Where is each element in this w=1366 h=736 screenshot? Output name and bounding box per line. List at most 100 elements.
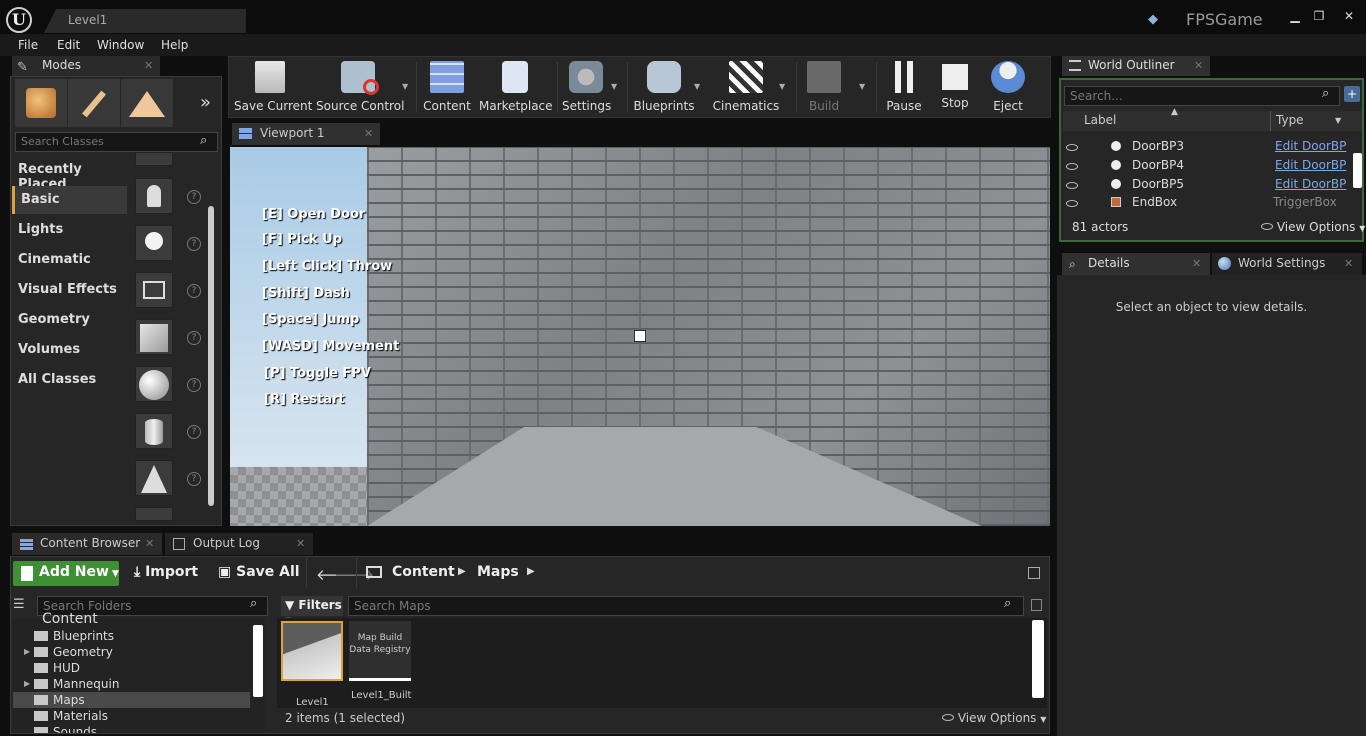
category-geometry[interactable]: Geometry [12, 306, 127, 334]
content-button[interactable]: Content [423, 58, 471, 116]
modes-scrollbar[interactable] [208, 206, 214, 506]
expand-arrow-icon[interactable]: ▶ [24, 647, 30, 656]
settings-button[interactable]: Settings [562, 58, 611, 116]
filters-button[interactable]: ▼ Filters ▼ [281, 596, 343, 625]
close-button[interactable]: ✕ [1338, 8, 1360, 24]
folder-materials[interactable]: Materials [34, 709, 108, 723]
eject-button[interactable]: Eject [986, 58, 1030, 116]
menu-window[interactable]: Window [97, 38, 144, 52]
minimize-button[interactable]: ▁ [1284, 8, 1306, 24]
help-icon[interactable]: ? [187, 331, 201, 345]
tab-world-outliner[interactable]: World Outliner ✕ [1062, 56, 1210, 76]
tab-output-log[interactable]: Output Log ✕ [165, 533, 313, 555]
help-icon[interactable]: ? [187, 190, 201, 204]
save-all-button[interactable]: ▣ Save All [218, 564, 300, 580]
close-icon[interactable]: ✕ [296, 537, 305, 550]
cinematics-dropdown-icon[interactable]: ▼ [779, 82, 785, 91]
column-options-icon[interactable]: ▼ [1335, 116, 1341, 125]
category-recently-placed[interactable]: Recently Placed [12, 156, 127, 192]
blueprints-button[interactable]: Blueprints [633, 58, 695, 116]
column-type[interactable]: Type [1276, 113, 1304, 127]
actor-type-link[interactable]: Edit DoorBP [1275, 177, 1346, 191]
asset-scrollbar[interactable] [1032, 620, 1044, 698]
build-dropdown-icon[interactable]: ▼ [859, 82, 865, 91]
close-icon[interactable]: ✕ [144, 59, 153, 72]
settings-dropdown-icon[interactable]: ▼ [611, 82, 617, 91]
cone-thumb[interactable] [135, 460, 173, 496]
visibility-eye-icon[interactable] [1066, 179, 1078, 193]
outliner-scrollbar[interactable] [1353, 153, 1362, 188]
actor-type-link[interactable]: Edit DoorBP [1275, 139, 1346, 153]
category-all-classes[interactable]: All Classes [12, 366, 127, 394]
save-search-icon[interactable] [1031, 599, 1042, 611]
breadcrumb-maps[interactable]: Maps [477, 564, 519, 580]
tab-content-browser[interactable]: Content Browser ✕ [12, 533, 162, 555]
outliner-row[interactable]: DoorBP4 Edit DoorBP [1063, 158, 1353, 176]
view-options-button[interactable]: View Options ▼ [942, 711, 1046, 725]
breadcrumb-arrow-icon[interactable]: ▶ [527, 566, 535, 577]
sources-panel-icon[interactable]: ☰ [13, 597, 33, 615]
source-control-dropdown-icon[interactable]: ▼ [402, 82, 408, 91]
close-icon[interactable]: ✕ [364, 127, 373, 140]
column-label[interactable]: Label [1084, 113, 1116, 127]
menu-edit[interactable]: Edit [57, 38, 80, 52]
asset-tile-level1[interactable] [281, 621, 343, 681]
category-visual-effects[interactable]: Visual Effects [12, 276, 127, 304]
close-icon[interactable]: ✕ [1344, 257, 1353, 270]
folder-content[interactable]: Content [42, 612, 98, 624]
add-new-button[interactable]: Add New ▼ [13, 561, 119, 586]
close-icon[interactable]: ✕ [1194, 59, 1203, 72]
lock-icon[interactable] [1028, 567, 1040, 579]
stop-button[interactable]: Stop [933, 58, 977, 116]
visibility-eye-icon[interactable] [1066, 141, 1078, 155]
help-icon[interactable]: ? [187, 237, 201, 251]
more-modes-icon[interactable]: » [200, 92, 211, 113]
player-start-thumb[interactable] [135, 178, 173, 214]
place-mode-button[interactable] [15, 79, 67, 127]
breadcrumb-arrow-icon[interactable]: ▶ [458, 566, 466, 577]
close-icon[interactable]: ✕ [1192, 257, 1201, 270]
maximize-button[interactable]: ❐ [1308, 8, 1330, 24]
visibility-eye-icon[interactable] [1066, 160, 1078, 174]
cinematics-button[interactable]: Cinematics [712, 58, 780, 116]
search-classes-input[interactable]: Search Classes [15, 132, 218, 152]
folder-sounds[interactable]: Sounds [34, 725, 97, 733]
folder-scrollbar[interactable] [253, 625, 263, 697]
category-lights[interactable]: Lights [12, 216, 127, 244]
asset-tile-level1-built[interactable]: Map Build Data Registry [349, 621, 411, 681]
add-actor-icon[interactable]: + [1344, 86, 1360, 102]
tab-details[interactable]: ⌕ Details ✕ [1062, 253, 1210, 275]
level-tab[interactable]: Level1 [44, 9, 246, 33]
pause-button[interactable]: Pause [882, 58, 926, 116]
category-basic[interactable]: Basic [12, 186, 127, 214]
save-current-button[interactable]: Save Current [234, 58, 312, 116]
folder-hud[interactable]: HUD [34, 661, 80, 675]
category-volumes[interactable]: Volumes [12, 336, 127, 364]
source-control-button[interactable]: Source Control [316, 58, 404, 116]
help-icon[interactable]: ? [187, 378, 201, 392]
tab-world-settings[interactable]: World Settings ✕ [1212, 253, 1362, 275]
asset-thumb[interactable] [135, 507, 173, 521]
folder-mannequin[interactable]: Mannequin [34, 677, 119, 691]
outliner-row[interactable]: EndBox TriggerBox [1063, 195, 1353, 213]
help-icon[interactable]: ? [187, 425, 201, 439]
level-viewport[interactable]: [E] Open Door [F] Pick Up [Left Click] T… [230, 147, 1050, 526]
tab-modes[interactable]: Modes ✕ [12, 56, 160, 76]
outliner-row[interactable]: DoorBP3 Edit DoorBP [1063, 139, 1353, 157]
close-icon[interactable]: ✕ [145, 537, 154, 550]
actor-type-link[interactable]: Edit DoorBP [1275, 158, 1346, 172]
paint-mode-button[interactable] [68, 79, 120, 127]
search-maps-input[interactable]: Search Maps [348, 596, 1024, 616]
outliner-search-input[interactable]: Search... [1064, 86, 1340, 106]
import-button[interactable]: ⤓ Import [134, 564, 198, 580]
landscape-mode-button[interactable] [121, 79, 173, 127]
asset-thumb[interactable] [135, 152, 173, 166]
build-button[interactable]: Build [800, 58, 848, 116]
sphere-thumb[interactable] [135, 366, 173, 402]
category-cinematic[interactable]: Cinematic [12, 246, 127, 274]
folder-blueprints[interactable]: Blueprints [34, 629, 114, 643]
outliner-view-options-button[interactable]: View Options ▼ [1261, 220, 1365, 234]
tab-viewport[interactable]: Viewport 1 ✕ [232, 123, 380, 145]
blueprints-dropdown-icon[interactable]: ▼ [694, 82, 700, 91]
outliner-row[interactable]: DoorBP5 Edit DoorBP [1063, 177, 1353, 195]
